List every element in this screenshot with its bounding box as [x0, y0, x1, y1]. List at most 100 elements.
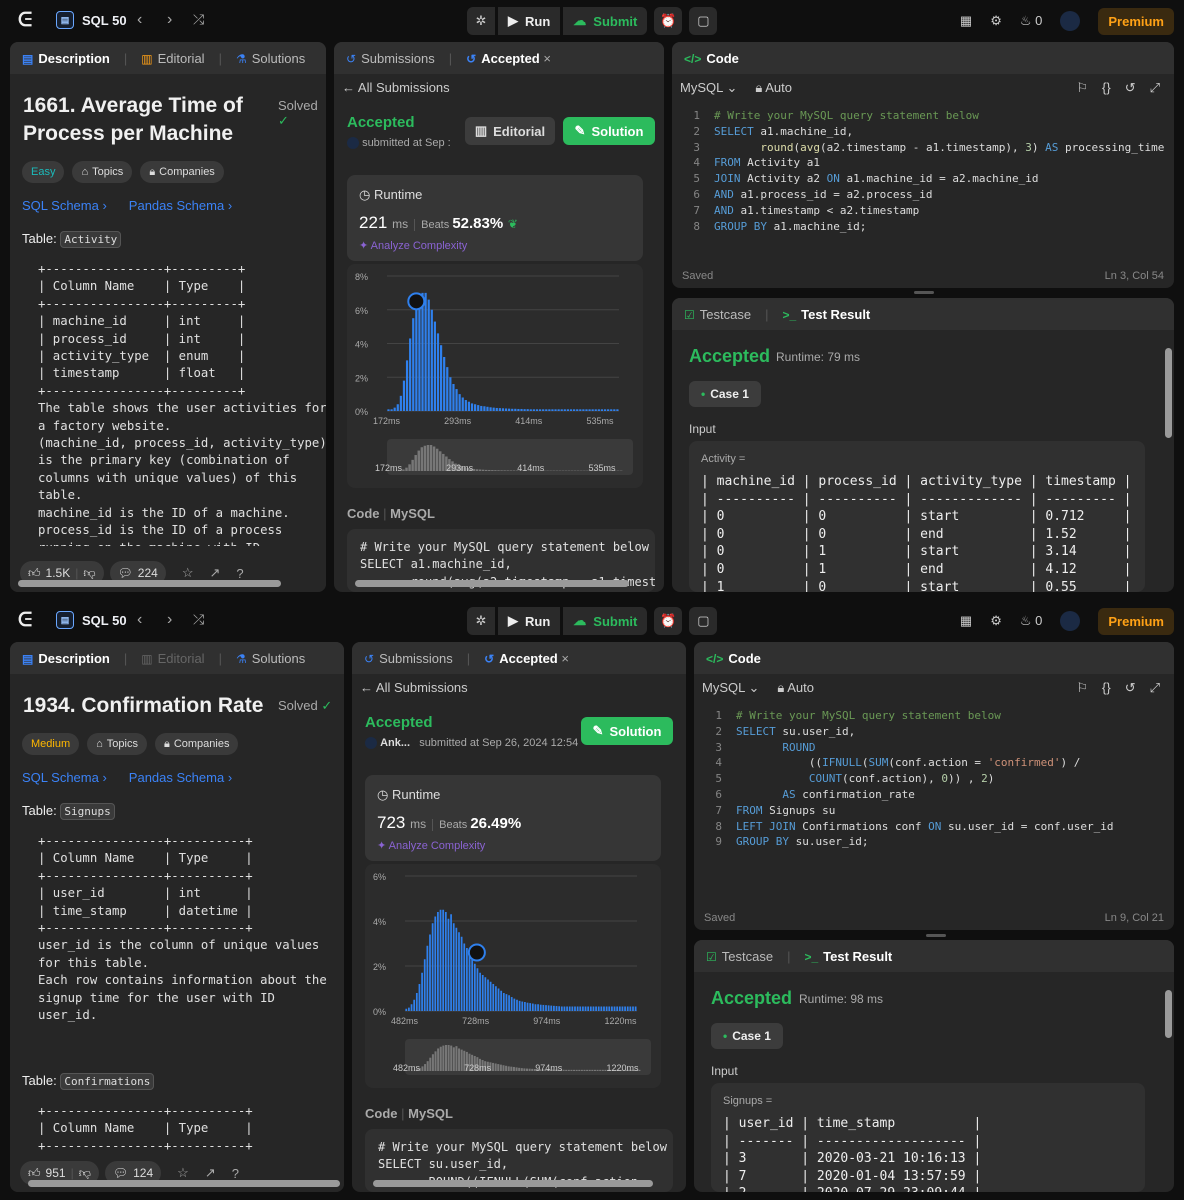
tab-solutions[interactable]: ⚗ Solutions — [236, 651, 305, 666]
analyze-complexity-link[interactable]: ✦ Analyze Complexity — [377, 839, 485, 852]
alarm-icon[interactable]: ⏰ — [654, 607, 683, 635]
avatar[interactable] — [1060, 611, 1081, 631]
language-select[interactable]: MySQL ⌄ — [702, 680, 759, 696]
leetcode-logo[interactable]: ᕮ — [18, 10, 38, 32]
table-label: Table: Activity — [22, 231, 122, 248]
gear-icon[interactable]: ⚙ — [990, 13, 1002, 29]
tab-accepted[interactable]: ↺ Accepted × — [466, 51, 551, 66]
tab-testcase[interactable]: ☑ Testcase — [684, 307, 751, 322]
pandas-schema-link[interactable]: Pandas Schema › — [129, 198, 232, 213]
help-icon[interactable]: ? — [232, 1166, 239, 1181]
solution-button[interactable]: ✎ Solution — [581, 717, 673, 745]
code-icon: </> — [706, 651, 724, 666]
horizontal-scrollbar[interactable] — [355, 580, 629, 587]
auto-mode-toggle[interactable]: 🔒︎ Auto — [777, 680, 814, 696]
submit-button[interactable]: ☁ Submit — [563, 607, 648, 635]
histogram-bar — [591, 409, 594, 411]
histogram-bar — [495, 986, 497, 1011]
reset-icon[interactable]: ↺ — [1125, 680, 1136, 696]
star-icon[interactable]: ☆ — [182, 565, 194, 581]
overview-bar — [452, 1047, 455, 1071]
analyze-complexity-link[interactable]: ✦ Analyze Complexity — [359, 239, 467, 252]
y-tick-label: 4% — [355, 340, 368, 350]
reset-icon[interactable]: ↺ — [1125, 80, 1136, 96]
gear-icon[interactable]: ⚙ — [990, 613, 1002, 629]
problem-list-button[interactable]: ▤ SQL 50 — [56, 11, 127, 29]
all-submissions-link[interactable]: ← All Submissions — [342, 80, 450, 95]
tab-testcase[interactable]: ☑ Testcase — [706, 949, 773, 964]
horizontal-scrollbar[interactable] — [373, 1180, 653, 1187]
bookmark-icon[interactable]: ⚐ — [1076, 680, 1088, 696]
prev-problem-icon[interactable]: ‹ — [137, 11, 142, 29]
tab-test-result[interactable]: >_ Test Result — [782, 307, 870, 322]
auto-mode-toggle[interactable]: 🔒︎ Auto — [755, 80, 792, 96]
case-1-tab[interactable]: Case 1 — [711, 1023, 783, 1049]
streak-counter[interactable]: ♨ 0 — [1020, 13, 1043, 29]
overview-bar — [435, 448, 439, 471]
tab-code[interactable]: </> Code — [706, 651, 761, 666]
companies-tag[interactable]: 🔒︎ Companies — [154, 733, 239, 755]
shuffle-icon[interactable]: ⤮ — [193, 611, 204, 628]
tab-description[interactable]: ▤ Description — [22, 651, 110, 666]
star-icon[interactable]: ☆ — [177, 1165, 189, 1181]
next-problem-icon[interactable]: › — [167, 11, 172, 29]
shuffle-icon[interactable]: ⤮ — [193, 11, 204, 28]
share-icon[interactable]: ↗ — [205, 1165, 216, 1181]
tab-description[interactable]: ▤ Description — [22, 51, 110, 66]
leetcode-logo[interactable]: ᕮ — [18, 610, 38, 632]
problem-list-button[interactable]: ▤ SQL 50 — [56, 611, 127, 629]
notes-icon[interactable]: ▢ — [689, 7, 718, 35]
companies-tag[interactable]: 🔒︎ Companies — [140, 161, 224, 183]
run-button[interactable]: ▶ Run — [498, 607, 561, 635]
debug-icon[interactable]: ✲ — [467, 7, 495, 35]
case-1-tab[interactable]: Case 1 — [689, 381, 761, 407]
premium-button[interactable]: Premium — [1098, 7, 1174, 35]
sql-schema-link[interactable]: SQL Schema › — [22, 198, 107, 213]
tab-solutions[interactable]: ⚗ Solutions — [236, 51, 305, 66]
expand-icon[interactable]: ⤢ — [1150, 80, 1160, 96]
help-icon[interactable]: ? — [236, 566, 243, 581]
tab-code[interactable]: </> Code — [684, 51, 739, 66]
pandas-schema-link[interactable]: Pandas Schema › — [129, 770, 232, 785]
editorial-button[interactable]: ▥ Editorial — [465, 117, 555, 145]
vertical-scrollbar[interactable] — [1165, 348, 1172, 438]
alarm-icon[interactable]: ⏰ — [654, 7, 683, 35]
horizontal-scrollbar[interactable] — [28, 1180, 340, 1187]
tab-accepted[interactable]: ↺ Accepted × — [484, 651, 569, 666]
tab-editorial[interactable]: ▥ Editorial — [141, 651, 204, 666]
layout-icon[interactable]: ▦ — [960, 613, 972, 629]
bookmark-icon[interactable]: ⚐ — [1076, 80, 1088, 96]
streak-counter[interactable]: ♨ 0 — [1020, 613, 1043, 629]
all-submissions-link[interactable]: ← All Submissions — [360, 680, 468, 695]
resize-handle[interactable] — [914, 291, 934, 294]
avatar[interactable] — [1060, 11, 1081, 31]
language-select[interactable]: MySQL ⌄ — [680, 80, 737, 96]
horizontal-scrollbar[interactable] — [18, 580, 281, 587]
tab-test-result[interactable]: >_ Test Result — [804, 949, 892, 964]
code-editor[interactable]: 1 # Write your MySQL query statement belo… — [694, 708, 1164, 888]
layout-icon[interactable]: ▦ — [960, 13, 972, 29]
vertical-scrollbar[interactable] — [1165, 990, 1172, 1038]
tab-submissions[interactable]: ↺ Submissions — [346, 51, 435, 66]
histogram-bar — [613, 1006, 616, 1011]
solution-button[interactable]: ✎ Solution — [563, 117, 655, 145]
run-button[interactable]: ▶ Run — [498, 7, 561, 35]
premium-button[interactable]: Premium — [1098, 607, 1174, 635]
debug-icon[interactable]: ✲ — [467, 607, 495, 635]
code-editor[interactable]: 1 # Write your MySQL query statement belo… — [672, 108, 1164, 258]
topics-tag[interactable]: ⌂ Topics — [87, 733, 147, 755]
prev-problem-icon[interactable]: ‹ — [137, 611, 142, 629]
braces-icon[interactable]: {} — [1102, 680, 1111, 696]
tab-editorial[interactable]: ▥ Editorial — [141, 51, 204, 66]
next-problem-icon[interactable]: › — [167, 611, 172, 629]
submit-button[interactable]: ☁ Submit — [563, 7, 648, 35]
topics-tag[interactable]: ⌂ Topics — [72, 161, 133, 183]
tab-submissions[interactable]: ↺ Submissions — [364, 651, 453, 666]
notes-icon[interactable]: ▢ — [689, 607, 718, 635]
resize-handle[interactable] — [926, 934, 946, 937]
share-icon[interactable]: ↗ — [209, 565, 220, 581]
schema-block: +----------------+---------+ | Column Na… — [38, 262, 326, 546]
sql-schema-link[interactable]: SQL Schema › — [22, 770, 107, 785]
braces-icon[interactable]: {} — [1102, 80, 1111, 96]
expand-icon[interactable]: ⤢ — [1150, 680, 1160, 696]
